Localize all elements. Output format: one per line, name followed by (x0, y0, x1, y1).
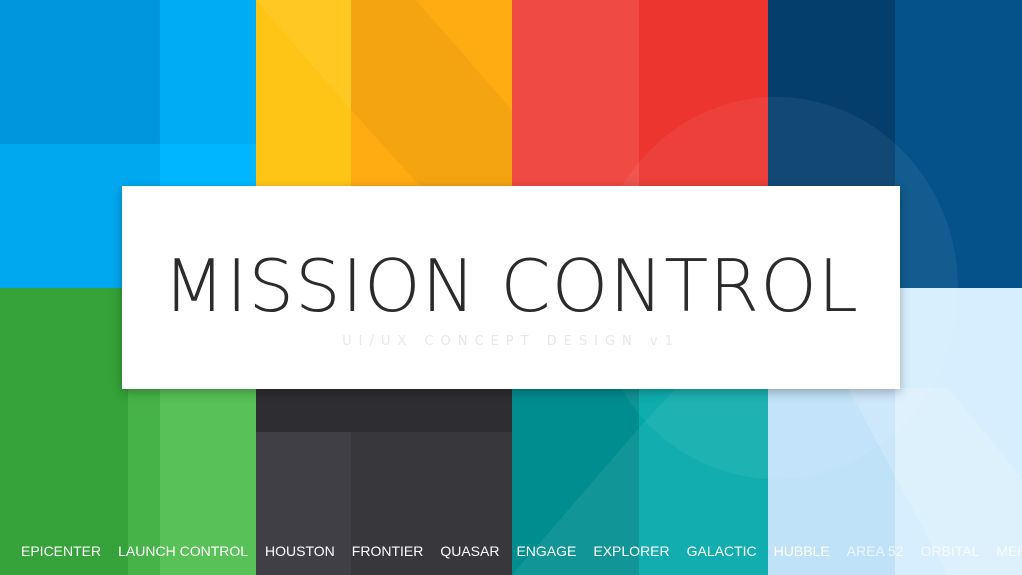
nav-item-houston[interactable]: HOUSTON (265, 543, 335, 559)
nav-item-launch-control[interactable]: LAUNCH CONTROL (118, 543, 248, 559)
tile-facet (0, 288, 128, 575)
nav-item-epicenter[interactable]: EPICENTER (21, 543, 101, 559)
nav-item-engage[interactable]: ENGAGE (516, 543, 576, 559)
page-subtitle: UI/UX CONCEPT DESIGN v1 (342, 334, 680, 349)
bottom-nav: EPICENTER LAUNCH CONTROL HOUSTON FRONTIE… (0, 540, 1022, 562)
nav-item-area-52[interactable]: AREA 52 (847, 543, 904, 559)
tile-facet (0, 0, 160, 144)
nav-item-galactic[interactable]: GALACTIC (687, 543, 757, 559)
nav-item-orbital[interactable]: ORBITAL (921, 543, 980, 559)
tile-facet (160, 0, 256, 144)
page-title: MISSION CONTROL (162, 244, 859, 328)
nav-item-quasar[interactable]: QUASAR (440, 543, 499, 559)
nav-item-mercury[interactable]: MERCURY (996, 543, 1022, 559)
title-card: MISSION CONTROL UI/UX CONCEPT DESIGN v1 (122, 186, 900, 389)
nav-item-frontier[interactable]: FRONTIER (352, 543, 424, 559)
nav-item-hubble[interactable]: HUBBLE (774, 543, 830, 559)
nav-item-explorer[interactable]: EXPLORER (593, 543, 669, 559)
